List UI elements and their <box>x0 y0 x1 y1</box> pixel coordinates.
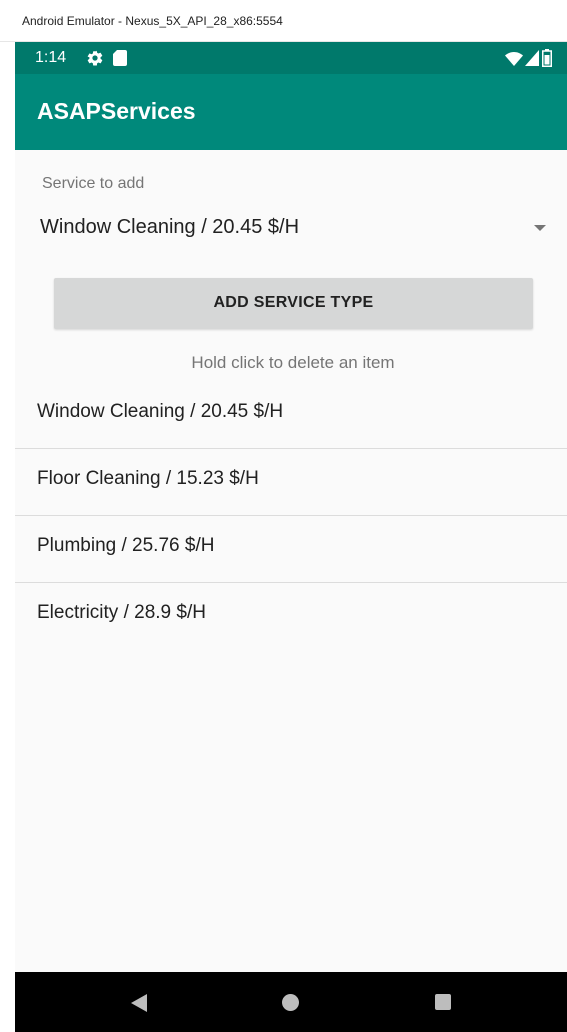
window-titlebar: Android Emulator - Nexus_5X_API_28_x86:5… <box>0 0 567 42</box>
sd-card-icon <box>113 50 127 66</box>
window-title: Android Emulator - Nexus_5X_API_28_x86:5… <box>22 14 283 28</box>
status-bar: 1:14 <box>15 42 567 74</box>
add-service-type-button[interactable]: ADD SERVICE TYPE <box>54 278 533 329</box>
phone-screen: 1:14 ASAPServices Service to add Window … <box>15 42 567 1032</box>
list-item-label: Floor Cleaning / 15.23 $/H <box>37 468 259 489</box>
battery-icon <box>542 49 552 67</box>
spinner-selected-value: Window Cleaning / 20.45 $/H <box>40 216 300 238</box>
service-to-add-label: Service to add <box>42 175 145 192</box>
signal-icon <box>525 50 539 66</box>
list-item[interactable]: Electricity / 28.9 $/H <box>15 583 567 649</box>
recents-icon[interactable] <box>435 994 451 1010</box>
list-item[interactable]: Window Cleaning / 20.45 $/H <box>15 382 567 449</box>
home-icon[interactable] <box>282 994 299 1011</box>
add-service-type-label: ADD SERVICE TYPE <box>213 294 374 311</box>
navigation-bar <box>15 972 567 1032</box>
list-item-label: Window Cleaning / 20.45 $/H <box>37 401 284 422</box>
list-item[interactable]: Plumbing / 25.76 $/H <box>15 516 567 583</box>
dropdown-arrow-icon <box>534 225 546 231</box>
gear-icon <box>87 50 103 66</box>
app-bar: ASAPServices <box>15 74 567 150</box>
service-list: Window Cleaning / 20.45 $/H Floor Cleani… <box>15 382 567 649</box>
list-item-label: Electricity / 28.9 $/H <box>37 602 206 623</box>
status-time: 1:14 <box>35 49 67 66</box>
service-spinner[interactable]: Window Cleaning / 20.45 $/H <box>23 206 559 250</box>
emulator-window: Android Emulator - Nexus_5X_API_28_x86:5… <box>0 0 567 1032</box>
back-icon[interactable] <box>131 994 147 1012</box>
delete-hint: Hold click to delete an item <box>191 353 395 372</box>
list-item[interactable]: Floor Cleaning / 15.23 $/H <box>15 449 567 516</box>
app-title: ASAPServices <box>37 98 196 124</box>
wifi-icon <box>505 52 523 66</box>
list-item-label: Plumbing / 25.76 $/H <box>37 535 215 556</box>
